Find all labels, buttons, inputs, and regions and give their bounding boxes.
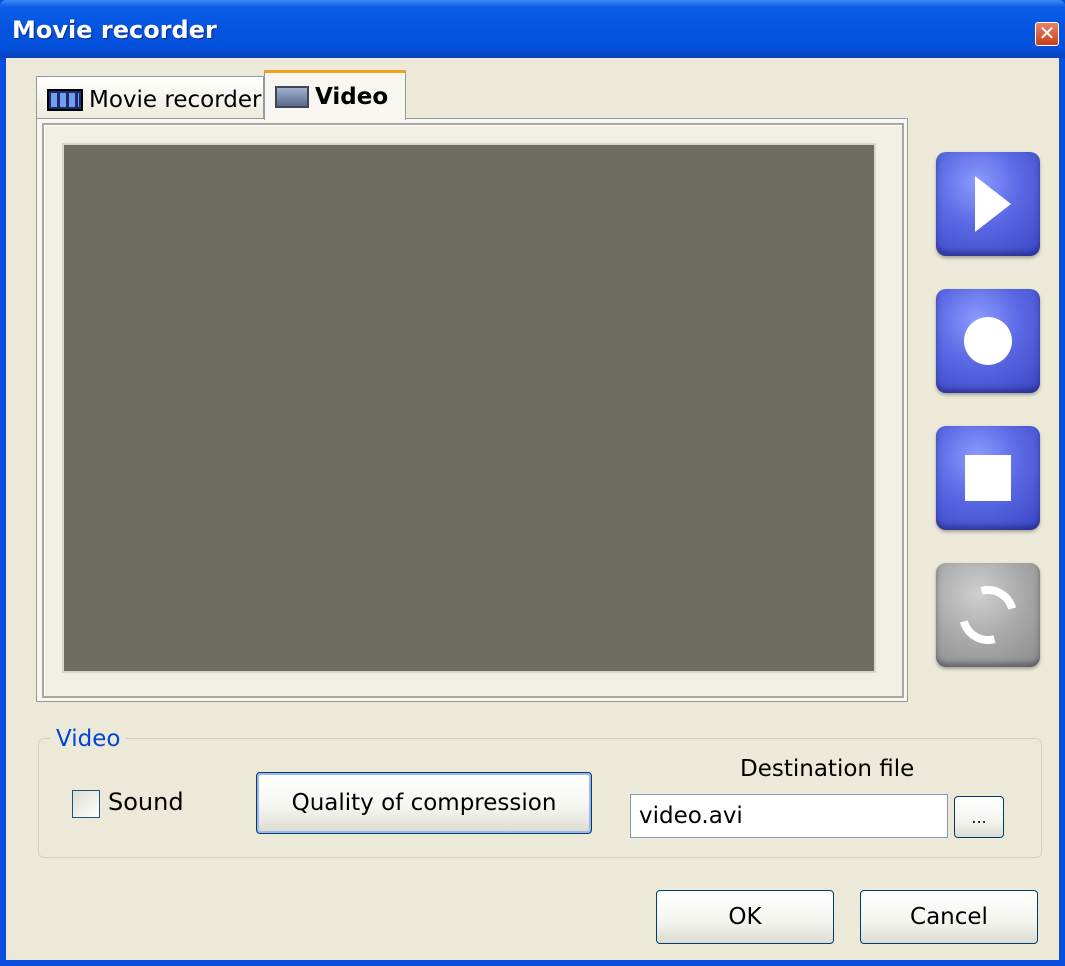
title-bar[interactable]: Movie recorder ✕ <box>0 0 1065 58</box>
tab-movie-recorder[interactable]: Movie recorder <box>36 76 264 122</box>
video-group-label: Video <box>50 726 127 752</box>
play-icon <box>975 176 1011 232</box>
tab-label: Video <box>315 83 389 110</box>
close-button[interactable]: ✕ <box>1035 22 1059 46</box>
record-button[interactable] <box>936 289 1040 393</box>
film-icon <box>47 88 83 111</box>
destination-file-input[interactable] <box>630 794 948 838</box>
sound-checkbox[interactable] <box>72 790 100 818</box>
tab-video[interactable]: Video <box>264 70 406 120</box>
video-preview <box>62 143 876 673</box>
tab-label: Movie recorder <box>89 86 262 113</box>
stop-button[interactable] <box>936 426 1040 530</box>
cancel-button[interactable]: Cancel <box>860 890 1038 944</box>
browse-button[interactable]: ... <box>954 796 1004 838</box>
destination-file-label: Destination file <box>740 756 915 782</box>
record-icon <box>964 317 1012 365</box>
ok-button[interactable]: OK <box>656 890 834 944</box>
quality-of-compression-button[interactable]: Quality of compression <box>256 772 592 834</box>
monitor-icon <box>275 85 309 108</box>
window-title: Movie recorder <box>12 16 217 44</box>
play-button[interactable] <box>936 152 1040 256</box>
stop-icon <box>965 455 1011 501</box>
close-icon: ✕ <box>1038 21 1056 45</box>
sound-label[interactable]: Sound <box>108 788 184 816</box>
refresh-button[interactable] <box>936 563 1040 667</box>
refresh-icon <box>948 575 1028 655</box>
